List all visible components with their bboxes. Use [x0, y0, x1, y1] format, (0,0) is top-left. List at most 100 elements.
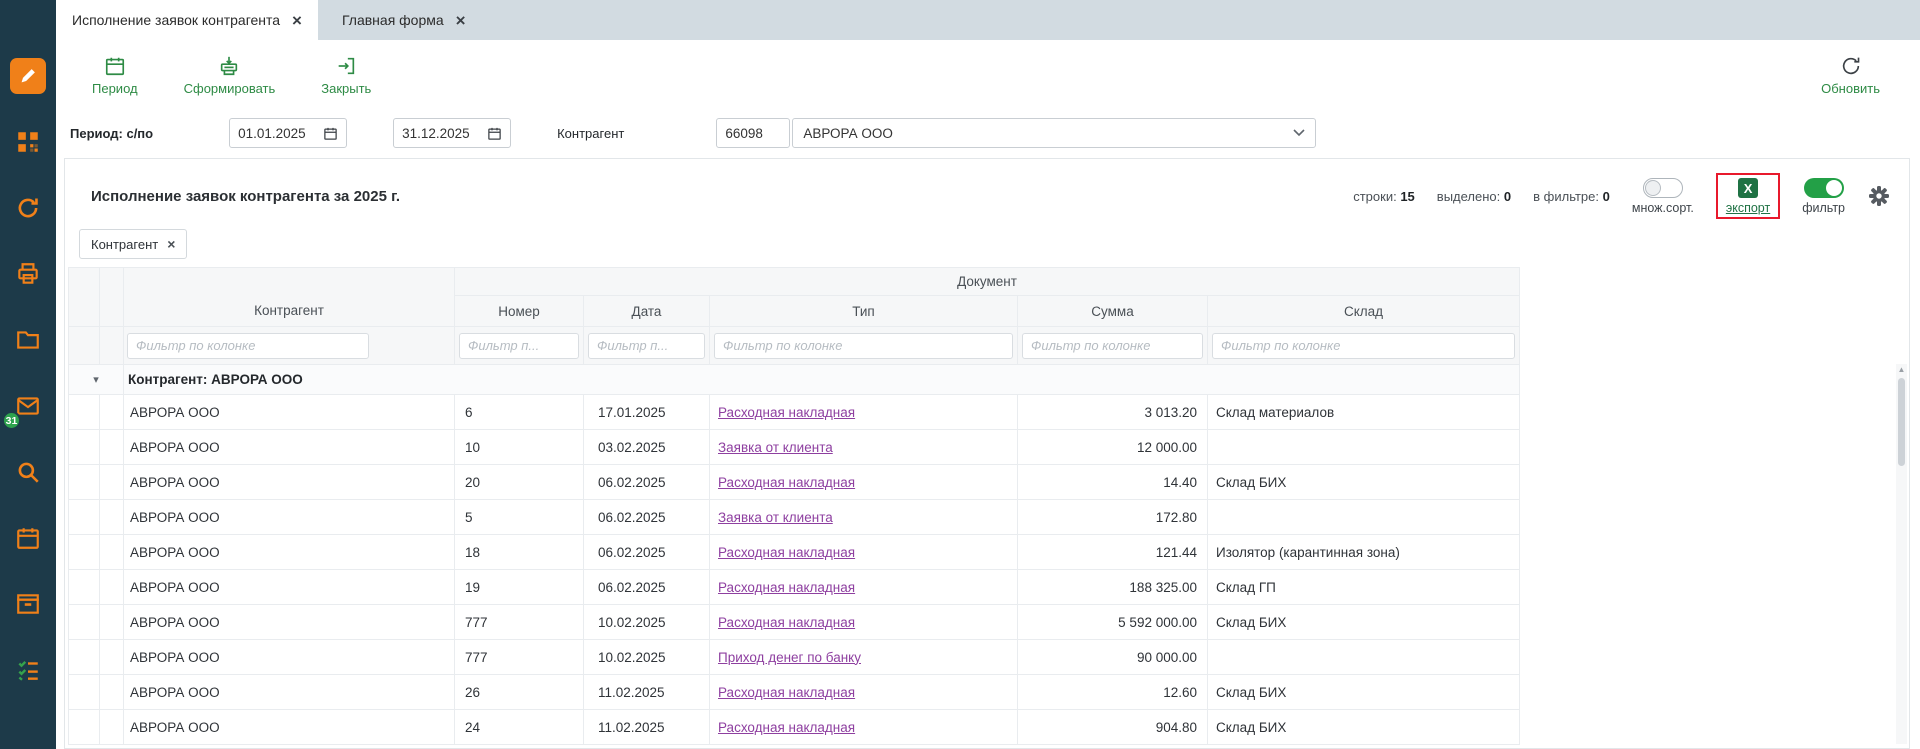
- cell-warehouse: Изолятор (карантинная зона): [1208, 535, 1520, 570]
- document-type-link[interactable]: Расходная накладная: [718, 545, 855, 560]
- sync-icon: [15, 195, 41, 221]
- column-filter-date[interactable]: [588, 333, 705, 359]
- cell-date: 06.02.2025: [584, 535, 710, 570]
- settings-gear-icon[interactable]: [1867, 184, 1891, 208]
- excel-icon[interactable]: X: [1738, 178, 1758, 198]
- counterparty-select[interactable]: АВРОРА ООО: [792, 118, 1316, 148]
- cell-date: 11.02.2025: [584, 675, 710, 710]
- document-type-link[interactable]: Расходная накладная: [718, 720, 855, 735]
- counterparty-code-input[interactable]: [716, 118, 790, 148]
- vertical-scrollbar[interactable]: ▲: [1896, 364, 1907, 744]
- document-type-link[interactable]: Расходная накладная: [718, 475, 855, 490]
- column-header-counterparty[interactable]: Контрагент: [124, 296, 455, 327]
- sidebar-item-mail[interactable]: 31: [10, 388, 46, 424]
- column-header-sum[interactable]: Сумма: [1018, 296, 1208, 327]
- date-from-value[interactable]: [238, 126, 323, 141]
- multisort-toggle[interactable]: множ.сорт.: [1632, 178, 1694, 215]
- column-header-number[interactable]: Номер: [455, 296, 584, 327]
- group-row[interactable]: ▾ Контрагент: АВРОРА ООО: [69, 365, 1520, 395]
- column-header-type[interactable]: Тип: [710, 296, 1018, 327]
- date-to-value[interactable]: [402, 126, 487, 141]
- counterparty-code-value[interactable]: [725, 126, 781, 141]
- cell-doc-type: Расходная накладная: [710, 710, 1018, 745]
- scrollbar-thumb[interactable]: [1898, 378, 1905, 466]
- table-row[interactable]: АВРОРА ООО 5 06.02.2025 Заявка от клиент…: [69, 500, 1520, 535]
- close-icon[interactable]: ×: [456, 12, 466, 29]
- group-header-document[interactable]: Документ: [455, 268, 1520, 296]
- cell-sum: 904.80: [1018, 710, 1208, 745]
- sidebar-item-tasks[interactable]: [10, 652, 46, 688]
- cell-doc-type: Расходная накладная: [710, 675, 1018, 710]
- calendar-icon[interactable]: [323, 126, 338, 141]
- multisort-label: множ.сорт.: [1632, 201, 1694, 215]
- tab-main-form[interactable]: Главная форма ×: [326, 0, 482, 40]
- document-type-link[interactable]: Расходная накладная: [718, 405, 855, 420]
- column-header-date[interactable]: Дата: [584, 296, 710, 327]
- generate-button[interactable]: Сформировать: [184, 55, 276, 96]
- cell-counterparty: АВРОРА ООО: [124, 570, 455, 605]
- table-row[interactable]: АВРОРА ООО 26 11.02.2025 Расходная накла…: [69, 675, 1520, 710]
- sidebar-item-folder[interactable]: [10, 322, 46, 358]
- calendar-icon[interactable]: [487, 126, 502, 141]
- table-row[interactable]: АВРОРА ООО 6 17.01.2025 Расходная наклад…: [69, 395, 1520, 430]
- table-row[interactable]: АВРОРА ООО 18 06.02.2025 Расходная накла…: [69, 535, 1520, 570]
- export-button[interactable]: X экспорт: [1726, 178, 1770, 215]
- chip-counterparty[interactable]: Контрагент ×: [79, 229, 187, 259]
- date-from-input[interactable]: [229, 118, 347, 148]
- report-table-wrap: Документ Контрагент Номер Дата Тип Сумма…: [68, 267, 1909, 745]
- table-row[interactable]: АВРОРА ООО 24 11.02.2025 Расходная накла…: [69, 710, 1520, 745]
- close-icon[interactable]: ×: [292, 12, 302, 29]
- cell-sum: 90 000.00: [1018, 640, 1208, 675]
- table-row[interactable]: АВРОРА ООО 777 10.02.2025 Расходная накл…: [69, 605, 1520, 640]
- table-row[interactable]: АВРОРА ООО 10 03.02.2025 Заявка от клиен…: [69, 430, 1520, 465]
- table-row[interactable]: АВРОРА ООО 19 06.02.2025 Расходная накла…: [69, 570, 1520, 605]
- cell-doc-type: Заявка от клиента: [710, 500, 1018, 535]
- close-form-button[interactable]: Закрыть: [321, 55, 371, 96]
- export-label[interactable]: экспорт: [1726, 201, 1770, 215]
- table-header: Документ Контрагент Номер Дата Тип Сумма…: [69, 268, 1520, 365]
- cell-date: 17.01.2025: [584, 395, 710, 430]
- sidebar-item-edit[interactable]: [10, 58, 46, 94]
- column-header-warehouse[interactable]: Склад: [1208, 296, 1520, 327]
- column-filter-type[interactable]: [714, 333, 1013, 359]
- sidebar-item-archive[interactable]: [10, 586, 46, 622]
- cell-counterparty: АВРОРА ООО: [124, 605, 455, 640]
- tab-report[interactable]: Исполнение заявок контрагента ×: [56, 0, 318, 40]
- date-to-input[interactable]: [393, 118, 511, 148]
- document-type-link[interactable]: Расходная накладная: [718, 615, 855, 630]
- period-button[interactable]: Период: [92, 55, 138, 96]
- sidebar-item-sync[interactable]: [10, 190, 46, 226]
- column-filter-counterparty[interactable]: [127, 333, 369, 359]
- cell-date: 06.02.2025: [584, 570, 710, 605]
- document-type-link[interactable]: Расходная накладная: [718, 685, 855, 700]
- cell-date: 10.02.2025: [584, 605, 710, 640]
- cell-sum: 12 000.00: [1018, 430, 1208, 465]
- collapse-triangle-icon[interactable]: ▾: [69, 365, 124, 395]
- sidebar-item-search[interactable]: [10, 454, 46, 490]
- table-row[interactable]: АВРОРА ООО 20 06.02.2025 Расходная накла…: [69, 465, 1520, 500]
- toggle-off-icon[interactable]: [1643, 178, 1683, 198]
- sidebar-item-print[interactable]: [10, 256, 46, 292]
- report-header: Исполнение заявок контрагента за 2025 г.…: [65, 159, 1909, 223]
- refresh-button[interactable]: Обновить: [1821, 55, 1880, 96]
- column-filter-sum[interactable]: [1022, 333, 1203, 359]
- cell-date: 03.02.2025: [584, 430, 710, 465]
- filter-toggle[interactable]: фильтр: [1802, 178, 1845, 215]
- sidebar-item-qr[interactable]: [10, 124, 46, 160]
- generate-report-icon: [218, 55, 240, 77]
- toolbar: Период Сформировать Закрыть Обновить: [56, 40, 1920, 110]
- document-type-link[interactable]: Расходная накладная: [718, 580, 855, 595]
- document-type-link[interactable]: Приход денег по банку: [718, 650, 861, 665]
- toggle-on-icon[interactable]: [1804, 178, 1844, 198]
- column-filter-number[interactable]: [459, 333, 579, 359]
- scroll-up-icon[interactable]: ▲: [1896, 364, 1907, 376]
- cell-date: 10.02.2025: [584, 640, 710, 675]
- document-type-link[interactable]: Заявка от клиента: [718, 440, 833, 455]
- sidebar-item-calendar[interactable]: [10, 520, 46, 556]
- close-icon[interactable]: ×: [167, 236, 175, 252]
- column-filter-warehouse[interactable]: [1212, 333, 1515, 359]
- tab-bar: Исполнение заявок контрагента × Главная …: [56, 0, 1920, 40]
- document-type-link[interactable]: Заявка от клиента: [718, 510, 833, 525]
- report-panel: Исполнение заявок контрагента за 2025 г.…: [64, 158, 1910, 749]
- table-row[interactable]: АВРОРА ООО 777 10.02.2025 Приход денег п…: [69, 640, 1520, 675]
